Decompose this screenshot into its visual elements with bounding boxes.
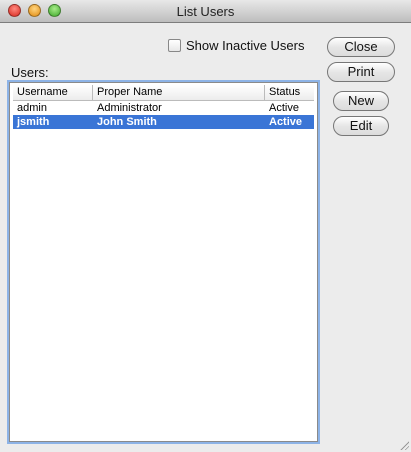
show-inactive-label[interactable]: Show Inactive Users xyxy=(186,38,305,53)
users-table[interactable]: Username Proper Name Status admin Admini… xyxy=(9,82,318,442)
close-button[interactable]: Close xyxy=(327,37,395,57)
title-bar[interactable]: List Users xyxy=(0,0,411,23)
table-row[interactable]: admin Administrator Active xyxy=(13,101,314,115)
column-header-username[interactable]: Username xyxy=(13,85,93,100)
table-header: Username Proper Name Status xyxy=(13,85,314,101)
print-button[interactable]: Print xyxy=(327,62,395,82)
cell-username: jsmith xyxy=(17,116,50,128)
new-button[interactable]: New xyxy=(333,91,389,111)
edit-button[interactable]: Edit xyxy=(333,116,389,136)
cell-status: Active xyxy=(269,102,299,114)
cell-username: admin xyxy=(17,102,47,114)
column-header-proper-name[interactable]: Proper Name xyxy=(93,85,265,100)
cell-proper-name: Administrator xyxy=(97,102,162,114)
window-title: List Users xyxy=(176,4,235,19)
cell-status: Active xyxy=(269,116,303,128)
users-label: Users: xyxy=(11,65,49,80)
resize-grip-icon[interactable] xyxy=(399,440,409,450)
table-row-selected[interactable]: jsmith John Smith Active xyxy=(13,115,314,129)
show-inactive-checkbox[interactable] xyxy=(168,39,181,52)
column-header-status[interactable]: Status xyxy=(265,85,316,100)
cell-proper-name: John Smith xyxy=(97,116,157,128)
